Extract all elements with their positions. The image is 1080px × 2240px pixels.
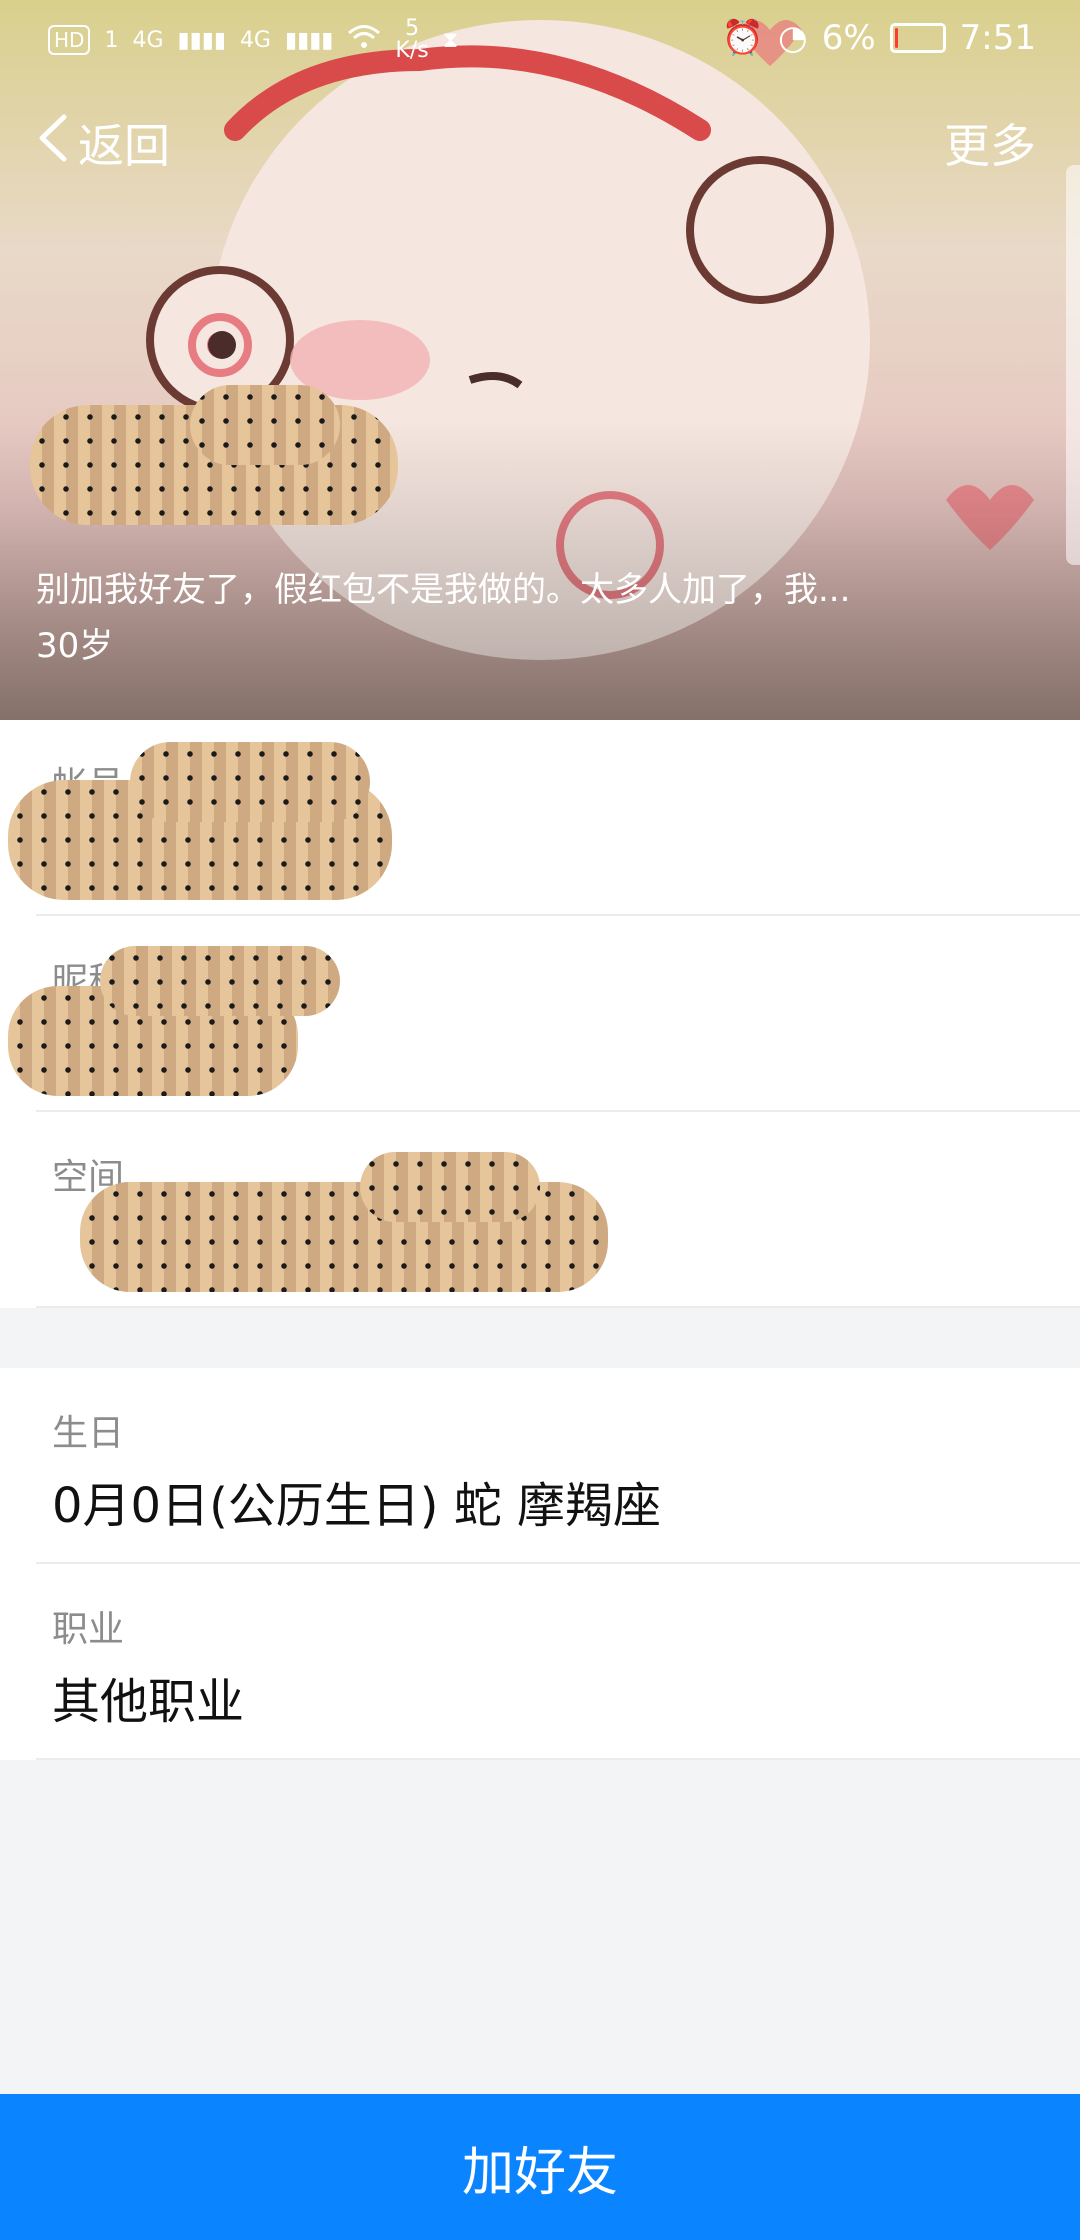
profile-info: 别加我好友了，假红包不是我做的。太多人加了，我... 30岁 — [36, 560, 1046, 672]
info-card: 帐号 昵称 空间 — [0, 720, 1080, 1308]
battery-percent: 6% — [821, 18, 876, 58]
redaction-mask — [130, 742, 370, 822]
signal-4g-label-2: 4G — [239, 27, 271, 53]
top-nav: 返回 更多 — [0, 110, 1080, 180]
occupation-value: 其他职业 — [52, 1674, 245, 1730]
back-label: 返回 — [78, 119, 170, 173]
more-button[interactable]: 更多 — [944, 110, 1036, 176]
battery-icon — [889, 23, 946, 53]
wifi-icon — [347, 24, 381, 56]
net-speed: 5 K/s — [395, 18, 428, 62]
status-right: ⏰ ◔ 6% 7:51 — [722, 18, 1036, 58]
speed-icon: ◔ — [778, 18, 808, 58]
battery-level — [894, 28, 898, 48]
signal-icon: ▮▮▮▮ — [177, 27, 226, 53]
status-left: HD 1 4G ▮▮▮▮ 4G ▮▮▮▮ 5 K/s ⧗ — [48, 18, 458, 62]
qzone-row[interactable]: 空间 — [0, 1112, 1080, 1308]
birthday-row[interactable]: 生日 0月0日(公历生日) 蛇 摩羯座 — [0, 1368, 1080, 1564]
account-row[interactable]: 帐号 — [0, 720, 1080, 916]
birthday-value: 0月0日(公历生日) 蛇 摩羯座 — [52, 1478, 662, 1534]
divider — [36, 1758, 1080, 1760]
redaction-mask — [360, 1152, 540, 1222]
hd-badge: HD — [48, 25, 91, 55]
redaction-mask — [190, 385, 340, 465]
sim-badge: 1 — [104, 27, 119, 53]
divider — [36, 1306, 1080, 1308]
occupation-row[interactable]: 职业 其他职业 — [0, 1564, 1080, 1760]
hourglass-icon: ⧗ — [442, 27, 459, 53]
profile-signature: 别加我好友了，假红包不是我做的。太多人加了，我... — [36, 570, 851, 610]
clock: 7:51 — [959, 18, 1036, 58]
nickname-row[interactable]: 昵称 — [0, 916, 1080, 1112]
chevron-left-icon — [34, 113, 70, 174]
back-button[interactable]: 返回 — [34, 110, 170, 176]
net-speed-unit: K/s — [395, 38, 429, 63]
status-bar: HD 1 4G ▮▮▮▮ 4G ▮▮▮▮ 5 K/s ⧗ ⏰ ◔ 6% 7:51 — [0, 0, 1080, 80]
signal-4g-label-1: 4G — [132, 27, 164, 53]
redaction-mask — [100, 946, 340, 1016]
detail-card: 生日 0月0日(公历生日) 蛇 摩羯座 职业 其他职业 — [0, 1368, 1080, 1760]
birthday-label: 生日 — [52, 1413, 125, 1454]
occupation-label: 职业 — [52, 1609, 125, 1650]
profile-age: 30岁 — [36, 626, 114, 666]
add-friend-button[interactable]: 加好友 — [0, 2094, 1080, 2240]
signal-icon: ▮▮▮▮ — [284, 27, 334, 53]
scroll-handle[interactable] — [1066, 165, 1080, 565]
alarm-icon: ⏰ — [721, 18, 765, 58]
profile-header: HD 1 4G ▮▮▮▮ 4G ▮▮▮▮ 5 K/s ⧗ ⏰ ◔ 6% 7:51 — [0, 0, 1080, 720]
